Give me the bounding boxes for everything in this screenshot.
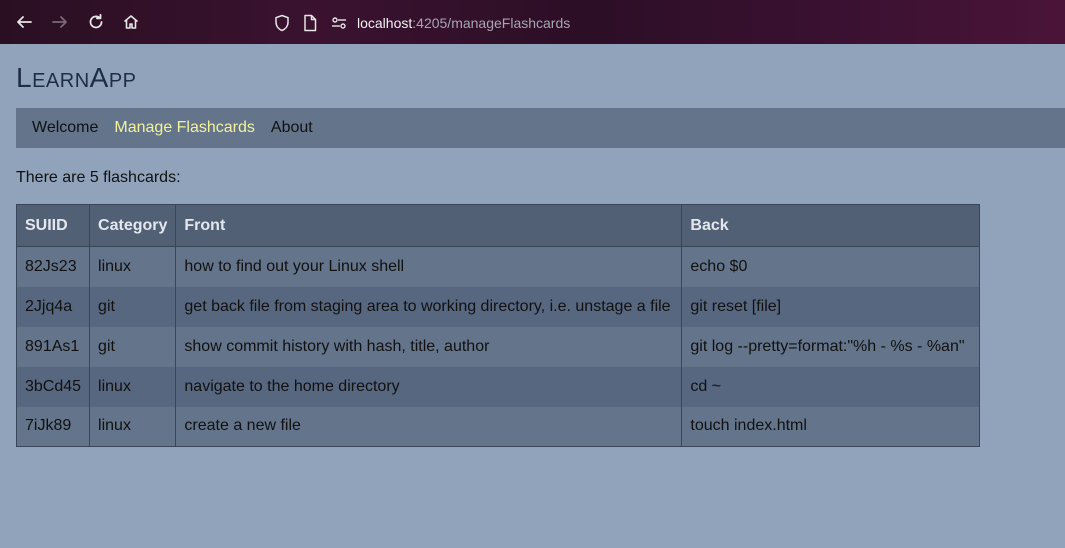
permissions-icon[interactable] [330,14,348,32]
page-icon[interactable] [303,14,317,32]
cell-suiid: 891As1 [15,326,91,367]
table-row: 2Jjq4a git get back file from staging ar… [15,286,981,327]
reload-icon[interactable] [84,10,108,34]
header-front: Front [175,204,683,247]
cell-suiid: 3bCd45 [15,366,91,407]
header-category: Category [89,204,177,247]
cell-front: how to find out your Linux shell [175,246,683,287]
table-row: 82Js23 linux how to find out your Linux … [15,246,981,287]
cell-back: cd ~ [681,366,981,407]
address-bar[interactable]: localhost:4205/manageFlashcards [357,14,570,32]
nav-link-manage-flashcards[interactable]: Manage Flashcards [114,119,255,137]
table-row: 3bCd45 linux navigate to the home direct… [15,366,981,407]
cell-category: git [89,326,177,367]
cell-back: echo $0 [681,246,981,287]
back-arrow-icon[interactable] [12,10,36,34]
shield-icon[interactable] [274,14,290,32]
flashcard-count-text: There are 5 flashcards: [16,169,181,186]
cell-front: show commit history with hash, title, au… [175,326,683,367]
cell-suiid: 7iJk89 [15,406,91,447]
url-host: localhost [357,15,413,31]
cell-front: get back file from staging area to worki… [175,286,683,327]
flashcards-table-container: SUIID Category Front Back 82Js23 linux h… [15,204,981,447]
cell-category: linux [89,246,177,287]
app-title: LearnApp [16,62,137,93]
table-row: 7iJk89 linux create a new file touch ind… [15,406,981,447]
flashcards-table: SUIID Category Front Back 82Js23 linux h… [15,204,981,447]
main-nav: Welcome Manage Flashcards About [16,108,1065,148]
cell-back: git log --pretty=format:"%h - %s - %an" [681,326,981,367]
cell-front: create a new file [175,406,683,447]
table-row: 891As1 git show commit history with hash… [15,326,981,367]
cell-back: git reset [file] [681,286,981,327]
table-header-row: SUIID Category Front Back [15,204,981,247]
nav-link-about[interactable]: About [271,119,313,137]
cell-suiid: 82Js23 [15,246,91,287]
cell-category: git [89,286,177,327]
cell-category: linux [89,406,177,447]
nav-link-welcome[interactable]: Welcome [32,119,98,137]
browser-toolbar: localhost:4205/manageFlashcards [0,0,1065,44]
header-suiid: SUIID [15,204,91,247]
cell-back: touch index.html [681,406,981,447]
cell-suiid: 2Jjq4a [15,286,91,327]
cell-category: linux [89,366,177,407]
url-path: :4205/manageFlashcards [412,15,571,31]
home-icon[interactable] [119,10,143,34]
forward-arrow-icon[interactable] [48,10,72,34]
cell-front: navigate to the home directory [175,366,683,407]
header-back: Back [681,204,981,247]
